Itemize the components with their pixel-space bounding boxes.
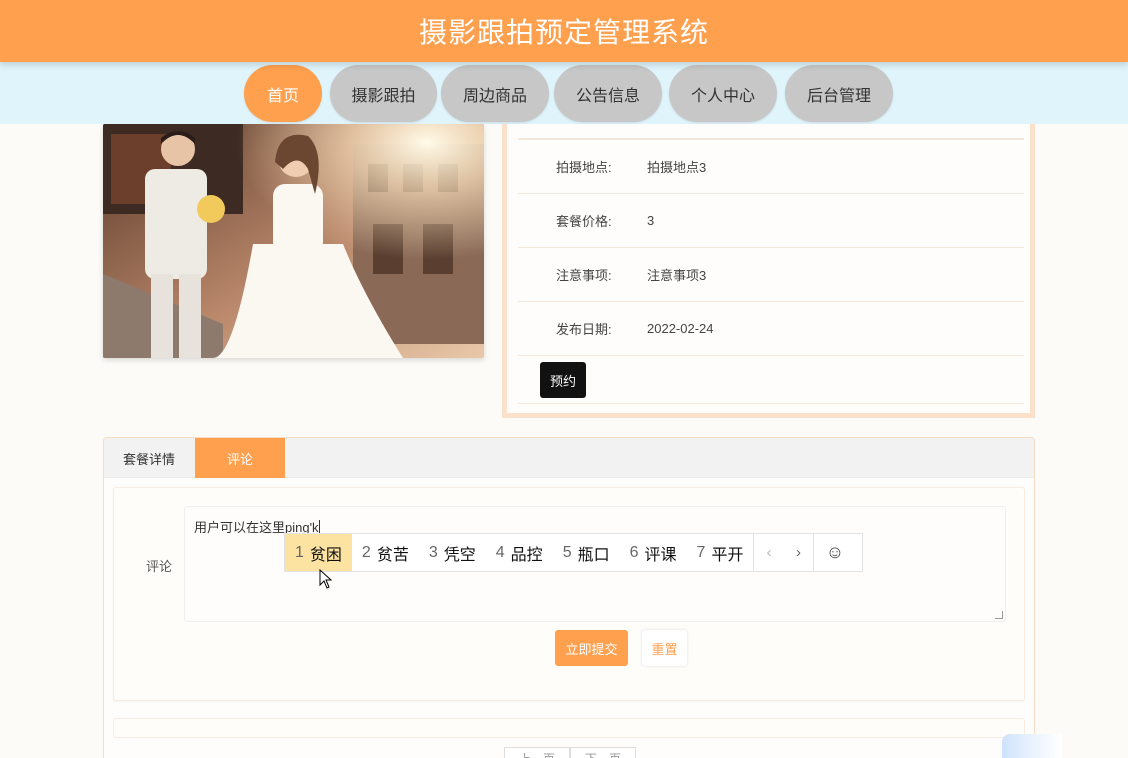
nav-item-merchandise[interactable]: 周边商品: [441, 65, 549, 122]
comment-list-card: [113, 718, 1025, 738]
prev-page-button[interactable]: 上一页: [504, 747, 571, 758]
text-caret: [318, 520, 320, 534]
chevron-right-icon[interactable]: ›: [783, 534, 813, 571]
book-button[interactable]: 预约: [540, 362, 586, 398]
ime-candidate[interactable]: 2 贫苦: [352, 534, 419, 571]
comment-form: 评论 用户可以在这里ping'k 立即提交 重置: [113, 487, 1025, 701]
floating-widget[interactable]: [1002, 734, 1062, 758]
detail-label: 套餐价格:: [556, 214, 612, 229]
main-nav: 首页 摄影跟拍 周边商品 公告信息 个人中心 后台管理: [0, 62, 1128, 124]
nav-item-admin[interactable]: 后台管理: [785, 65, 893, 122]
ime-candidate-bar: 1 贫困 2 贫苦 3 凭空 4 品控 5 瓶口 6 评课 7 平开 ‹ › ☺: [284, 533, 863, 572]
reset-button[interactable]: 重置: [642, 630, 687, 666]
detail-row-date: 发布日期: 2022-02-24: [518, 301, 1024, 355]
site-title: 摄影跟拍预定管理系统: [418, 17, 709, 48]
detail-value: 3: [647, 213, 655, 228]
tab-package-details[interactable]: 套餐详情: [104, 438, 194, 478]
submit-button[interactable]: 立即提交: [555, 630, 628, 666]
nav-item-photography[interactable]: 摄影跟拍: [330, 65, 437, 122]
ime-candidate[interactable]: 7 平开: [687, 534, 754, 571]
ime-candidate[interactable]: 4 品控: [486, 534, 553, 571]
detail-label: 注意事项:: [556, 268, 612, 283]
tab-bar: 套餐详情 评论: [104, 438, 1034, 478]
details-divider: [518, 355, 1024, 356]
detail-label: 发布日期:: [556, 322, 612, 337]
nav-item-announcements[interactable]: 公告信息: [554, 65, 662, 122]
detail-row-notes: 注意事项: 注意事项3: [518, 247, 1024, 301]
detail-row-price: 套餐价格: 3: [518, 193, 1024, 247]
next-page-button[interactable]: 下一页: [570, 747, 637, 758]
ime-candidate[interactable]: 6 评课: [620, 534, 687, 571]
nav-item-home[interactable]: 首页: [244, 65, 322, 122]
details-divider: [518, 403, 1024, 404]
tabs-panel: 套餐详情 评论 评论 用户可以在这里ping'k 立即提交 重置 上一页 下一页: [103, 437, 1035, 758]
ime-candidate[interactable]: 5 瓶口: [553, 534, 620, 571]
detail-value: 2022-02-24: [647, 321, 714, 336]
package-photo: [103, 124, 484, 358]
site-header: 摄影跟拍预定管理系统: [0, 0, 1128, 62]
chevron-left-icon[interactable]: ‹: [753, 534, 783, 571]
detail-value: 注意事项3: [647, 268, 707, 283]
smiley-icon[interactable]: ☺: [813, 534, 855, 571]
comment-label: 评论: [146, 559, 173, 574]
ime-candidate[interactable]: 1 贫困: [285, 534, 352, 571]
detail-row-location: 拍摄地点: 拍摄地点3: [518, 139, 1024, 193]
detail-value: 拍摄地点3: [647, 160, 707, 175]
detail-label: 拍摄地点:: [556, 160, 612, 175]
pagination: 上一页 下一页: [504, 747, 637, 758]
tab-comments[interactable]: 评论: [195, 438, 285, 478]
ime-candidate[interactable]: 3 凭空: [419, 534, 486, 571]
resize-grip-icon[interactable]: [995, 611, 1003, 619]
package-details-panel: 拍摄地点: 拍摄地点3 套餐价格: 3 注意事项: 注意事项3 发布日期: 20…: [502, 124, 1035, 418]
mouse-pointer-icon: [319, 568, 333, 594]
nav-item-profile[interactable]: 个人中心: [669, 65, 777, 122]
